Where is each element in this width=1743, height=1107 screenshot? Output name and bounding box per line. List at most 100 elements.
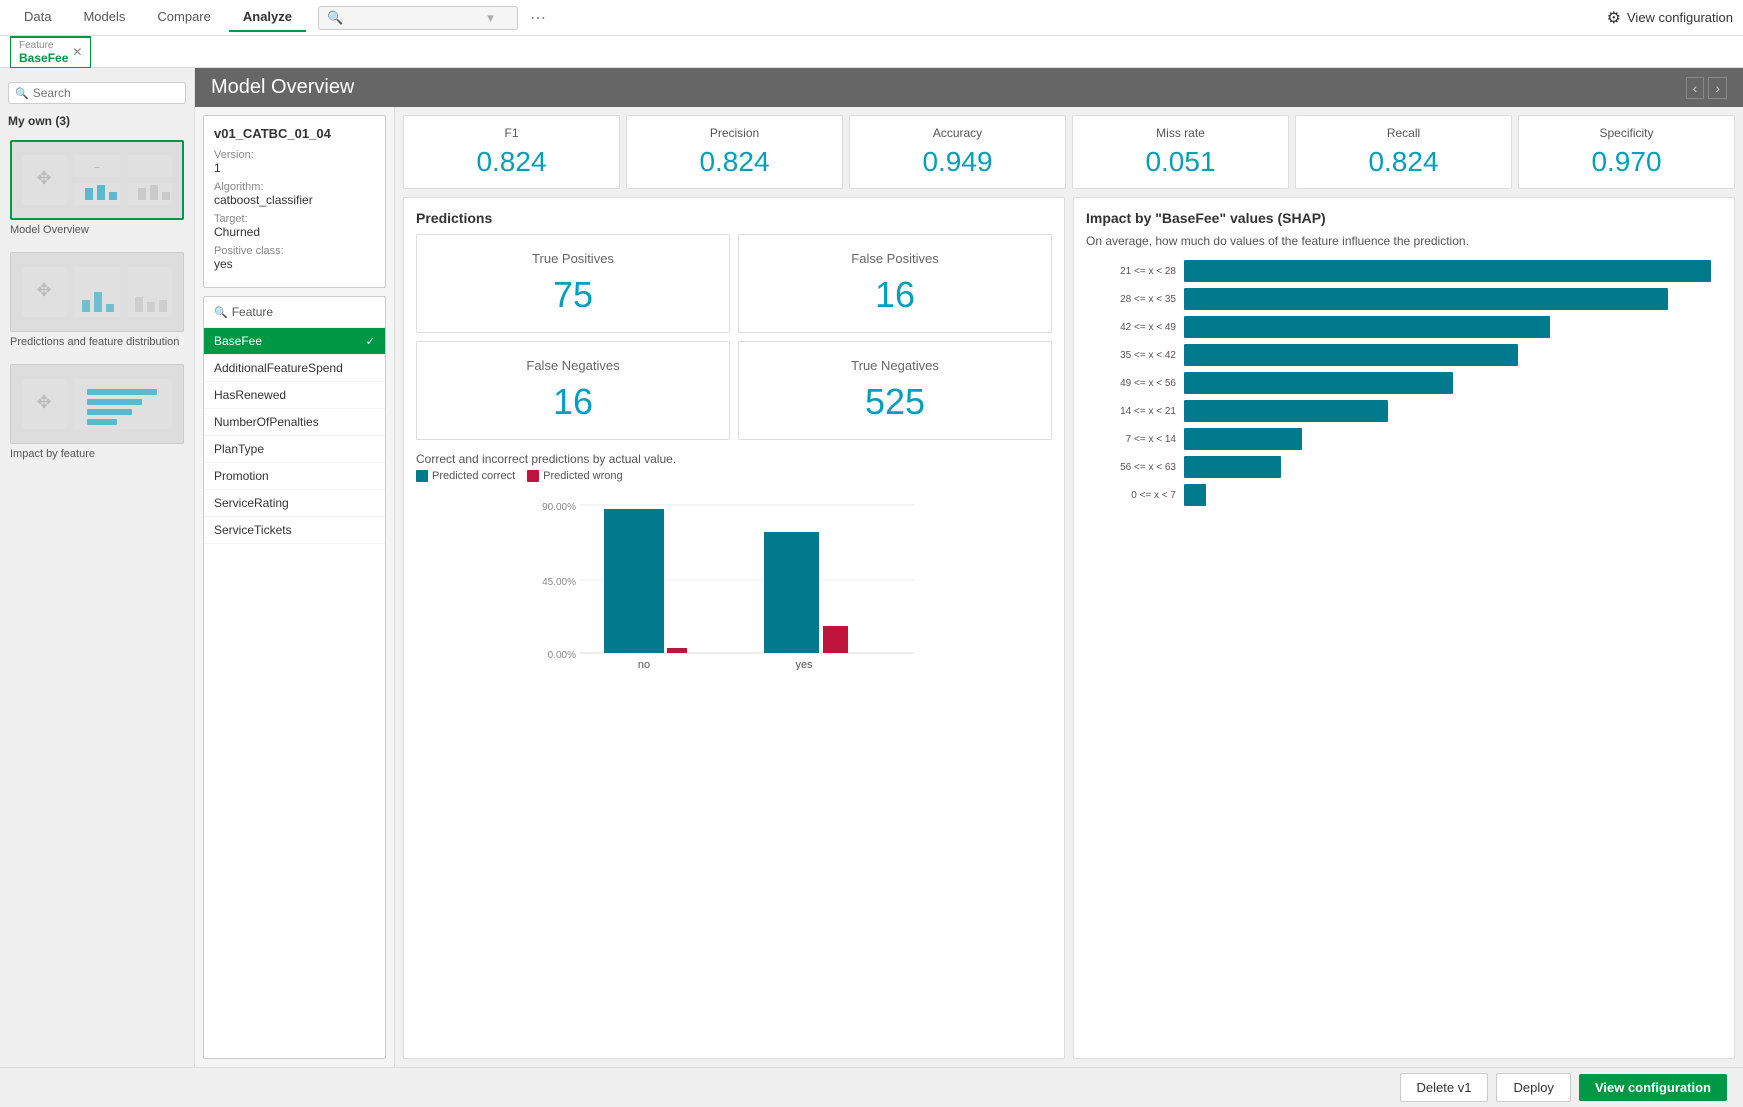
shap-row: 7 <= x < 14 <box>1086 428 1722 450</box>
sidebar-search-icon: 🔍 <box>15 87 29 100</box>
bottom-bar: Delete v1 Deploy View configuration <box>0 1067 1743 1107</box>
shap-bar-container <box>1184 288 1722 310</box>
shap-bar <box>1184 344 1518 366</box>
sidebar-item-model-overview[interactable]: ✥ ⎯ Model Overview <box>0 132 194 244</box>
sub-header: Feature BaseFee ✕ <box>0 36 1743 68</box>
dropdown-icon[interactable]: ▾ <box>487 10 494 26</box>
feature-tag-label: Feature <box>19 40 68 51</box>
legend: Predicted correctPredicted wrong <box>416 470 1052 482</box>
shap-row: 28 <= x < 35 <box>1086 288 1722 310</box>
nav-tab-compare[interactable]: Compare <box>143 3 224 32</box>
sidebar-item-title-3: Impact by feature <box>10 448 184 460</box>
page-title: Model Overview <box>211 76 354 99</box>
feature-tag[interactable]: Feature BaseFee ✕ <box>10 36 91 68</box>
shap-row: 14 <= x < 21 <box>1086 400 1722 422</box>
shap-panel: Impact by "BaseFee" values (SHAP) On ave… <box>1073 197 1735 1059</box>
main-layout: 🔍 My own (3) ✥ ⎯ <box>0 68 1743 1067</box>
shap-row: 49 <= x < 56 <box>1086 372 1722 394</box>
metrics-row: F10.824Precision0.824Accuracy0.949Miss r… <box>403 115 1735 189</box>
shap-bar <box>1184 428 1302 450</box>
sidebar: 🔍 My own (3) ✥ ⎯ <box>0 68 195 1067</box>
metric-card-recall: Recall0.824 <box>1295 115 1512 189</box>
top-search-input[interactable]: v01_CATBC_01_04 <box>347 10 487 25</box>
shap-bar <box>1184 484 1206 506</box>
svg-text:✥: ✥ <box>36 168 51 188</box>
feature-item[interactable]: NumberOfPenalties <box>204 409 385 436</box>
delete-button[interactable]: Delete v1 <box>1400 1073 1489 1102</box>
sidebar-item-title-2: Predictions and feature distribution <box>10 336 184 348</box>
metric-card-miss-rate: Miss rate0.051 <box>1072 115 1289 189</box>
feature-item[interactable]: Promotion <box>204 463 385 490</box>
nav-tab-data[interactable]: Data <box>10 3 65 32</box>
shap-bar-container <box>1184 344 1722 366</box>
nav-next[interactable]: › <box>1708 77 1727 99</box>
model-info-card: v01_CATBC_01_04 Version: 1 Algorithm: ca… <box>203 115 386 288</box>
close-feature-tag[interactable]: ✕ <box>72 45 82 59</box>
sidebar-search[interactable]: 🔍 <box>8 82 186 104</box>
sidebar-section-label: My own (3) <box>0 110 194 132</box>
shap-bar <box>1184 456 1281 478</box>
top-search-bar[interactable]: 🔍 v01_CATBC_01_04 ▾ <box>318 6 518 30</box>
shap-row: 42 <= x < 49 <box>1086 316 1722 338</box>
confusion-cell: True Positives75 <box>416 234 730 333</box>
shap-label: 0 <= x < 7 <box>1086 490 1176 501</box>
shap-label: 42 <= x < 49 <box>1086 322 1176 333</box>
sidebar-search-input[interactable] <box>33 86 179 100</box>
shap-label: 35 <= x < 42 <box>1086 350 1176 361</box>
shap-label: 7 <= x < 14 <box>1086 434 1176 445</box>
shap-label: 56 <= x < 63 <box>1086 462 1176 473</box>
shap-bar-container <box>1184 316 1722 338</box>
metric-card-precision: Precision0.824 <box>626 115 843 189</box>
svg-text:45.00%: 45.00% <box>542 577 576 588</box>
positive-class-label: Positive class: <box>214 245 375 257</box>
shap-label: 21 <= x < 28 <box>1086 266 1176 277</box>
shap-label: 28 <= x < 35 <box>1086 294 1176 305</box>
ellipsis-button[interactable]: ⋯ <box>522 4 554 32</box>
sidebar-item-predictions[interactable]: ✥ Predictions and feature distribution <box>0 244 194 356</box>
shap-row: 21 <= x < 28 <box>1086 260 1722 282</box>
shap-bar-container <box>1184 260 1722 282</box>
feature-item[interactable]: PlanType <box>204 436 385 463</box>
svg-text:✥: ✥ <box>36 392 51 412</box>
svg-text:no: no <box>638 659 650 670</box>
shap-row: 35 <= x < 42 <box>1086 344 1722 366</box>
left-panel: v01_CATBC_01_04 Version: 1 Algorithm: ca… <box>195 107 395 1067</box>
shap-bar-container <box>1184 400 1722 422</box>
confusion-cell: False Positives16 <box>738 234 1052 333</box>
predictions-panel: Predictions True Positives75False Positi… <box>403 197 1065 1059</box>
metric-card-f1: F10.824 <box>403 115 620 189</box>
feature-item[interactable]: ServiceRating <box>204 490 385 517</box>
view-configuration-button[interactable]: ⚙ View configuration <box>1607 8 1733 28</box>
metric-card-accuracy: Accuracy0.949 <box>849 115 1066 189</box>
feature-item[interactable]: ServiceTickets <box>204 517 385 544</box>
svg-text:90.00%: 90.00% <box>542 502 576 513</box>
svg-text:0.00%: 0.00% <box>548 650 576 661</box>
inner-layout: v01_CATBC_01_04 Version: 1 Algorithm: ca… <box>195 107 1743 1067</box>
nav-tab-analyze[interactable]: Analyze <box>229 3 306 32</box>
deploy-button[interactable]: Deploy <box>1496 1073 1570 1102</box>
feature-item[interactable]: HasRenewed <box>204 382 385 409</box>
algorithm-value: catboost_classifier <box>214 193 375 207</box>
target-value: Churned <box>214 225 375 239</box>
confusion-cell: True Negatives525 <box>738 341 1052 440</box>
shap-row: 56 <= x < 63 <box>1086 456 1722 478</box>
feature-item[interactable]: BaseFee✓ <box>204 328 385 355</box>
feature-list: BaseFee✓AdditionalFeatureSpendHasRenewed… <box>204 328 385 544</box>
version-label: Version: <box>214 149 375 161</box>
feature-item[interactable]: AdditionalFeatureSpend <box>204 355 385 382</box>
target-label: Target: <box>214 213 375 225</box>
model-name: v01_CATBC_01_04 <box>214 126 375 141</box>
predictions-title: Predictions <box>416 210 1052 226</box>
nav-tab-models[interactable]: Models <box>69 3 139 32</box>
sidebar-item-title-1: Model Overview <box>10 224 184 236</box>
nav-prev[interactable]: ‹ <box>1686 77 1705 99</box>
sidebar-item-impact[interactable]: ✥ Impact by feature <box>0 356 194 468</box>
view-configuration-bottom-button[interactable]: View configuration <box>1579 1074 1727 1101</box>
shap-bar <box>1184 372 1453 394</box>
shap-subtitle: On average, how much do values of the fe… <box>1086 234 1722 248</box>
svg-text:⎯: ⎯ <box>95 162 100 173</box>
confusion-cell: False Negatives16 <box>416 341 730 440</box>
feature-list-label: Feature <box>232 305 273 319</box>
config-icon: ⚙ <box>1607 8 1621 28</box>
shap-bar-container <box>1184 456 1722 478</box>
